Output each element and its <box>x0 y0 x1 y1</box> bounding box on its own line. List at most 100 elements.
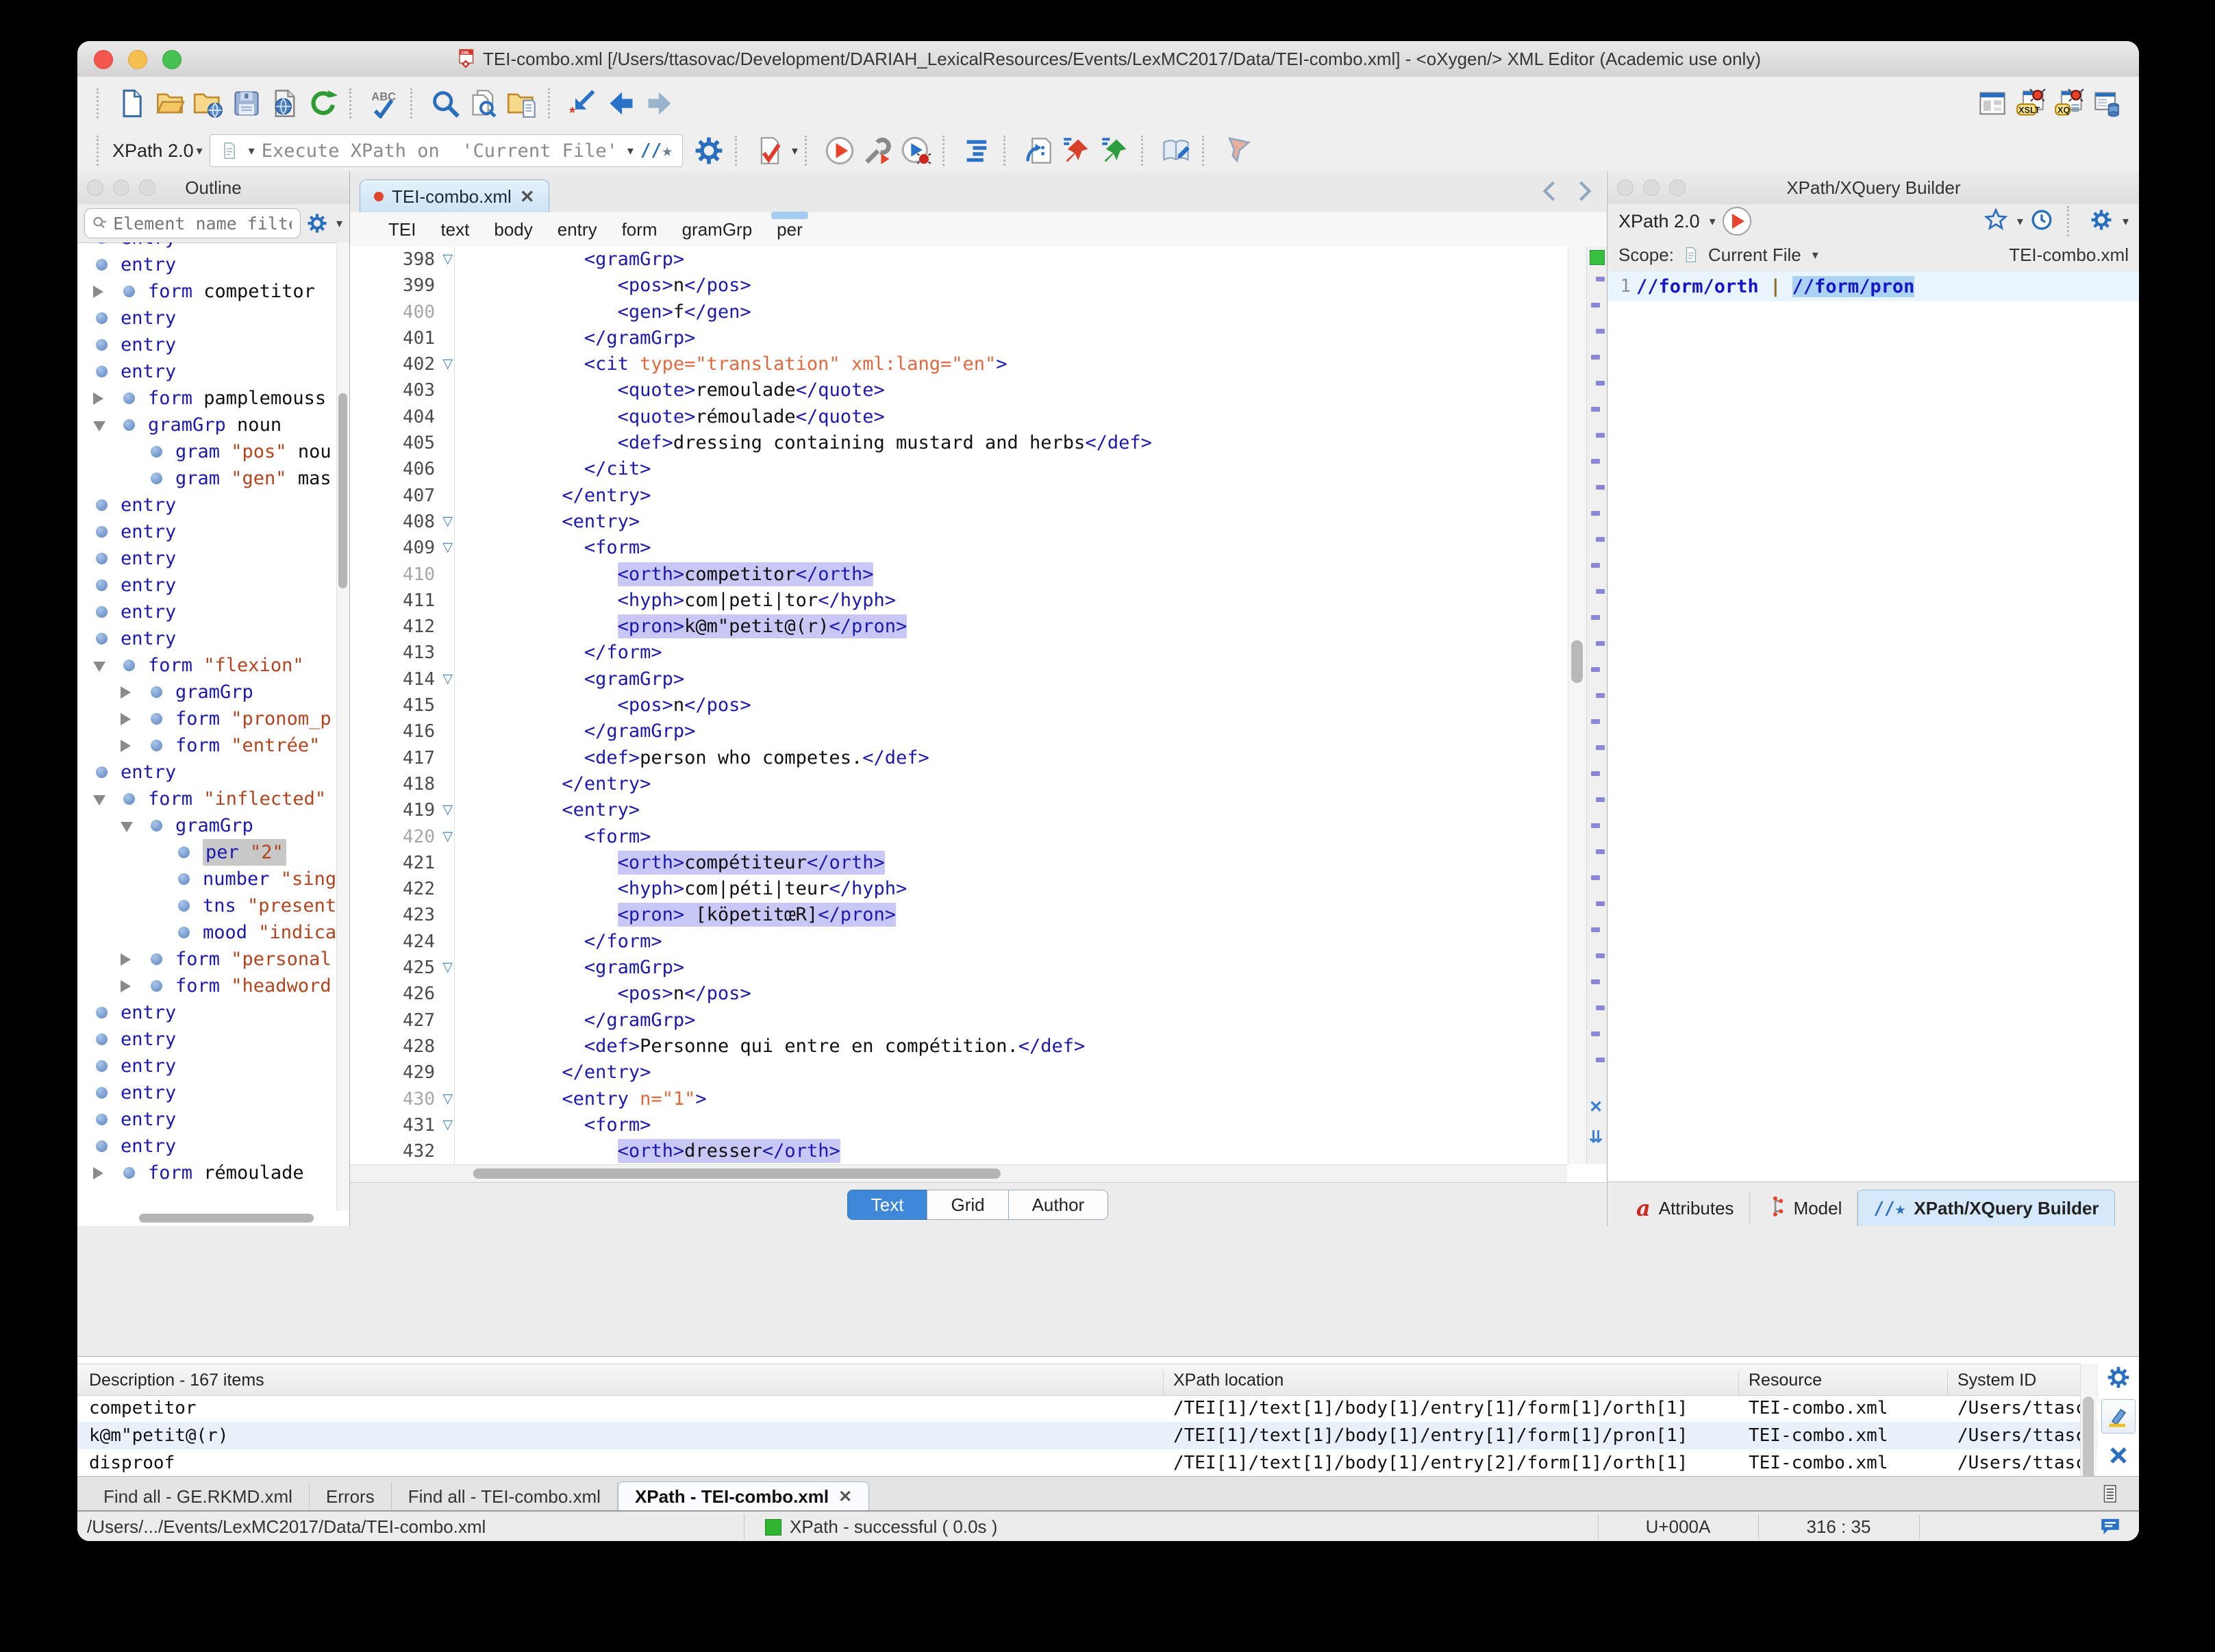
result-row[interactable]: competitor/TEI[1]/text[1]/body[1]/entry[… <box>77 1394 2098 1422</box>
toolbar-grip[interactable] <box>410 88 419 118</box>
favorites-star-icon[interactable] <box>1984 207 2008 235</box>
expression-line[interactable]: 1 //form/orth | //form/pron <box>1607 271 2139 301</box>
scrollbar-thumb[interactable] <box>473 1168 1001 1179</box>
code-line-401[interactable]: 401 </gramGrp> <box>350 325 1568 352</box>
code-line-408[interactable]: 408 ▽ <entry> <box>350 508 1568 536</box>
code-line-413[interactable]: 413 </form> <box>350 640 1568 666</box>
toolbar-grip[interactable] <box>1140 136 1150 166</box>
code-line-427[interactable]: 427 </gramGrp> <box>350 1007 1568 1034</box>
code-area[interactable]: 398 ▽ <gramGrp> 399 <pos>n</pos> 400 <gen>f… <box>350 247 1568 1164</box>
comment-bubble-icon[interactable] <box>2099 1516 2121 1541</box>
chevron-down-icon[interactable]: ▾ <box>627 144 634 158</box>
clear-markers-icon[interactable]: ✕ <box>1589 1097 1603 1117</box>
forward-button[interactable] <box>640 84 679 123</box>
builder-tab-xpath-xquery-builder[interactable]: //★ XPath/XQuery Builder <box>1857 1190 2115 1226</box>
database-perspective-button[interactable] <box>2088 84 2127 123</box>
open-url-button[interactable] <box>189 84 227 123</box>
view-list-icon[interactable] <box>2099 1484 2120 1507</box>
bottom-tab-errors[interactable]: Errors <box>310 1482 392 1511</box>
xpath-expression-editor[interactable]: 1 //form/orth | //form/pron <box>1607 271 2139 1182</box>
bottom-tab-find-all-tei-combo-xml[interactable]: Find all - TEI-combo.xml <box>392 1482 618 1511</box>
pin-green-icon[interactable] <box>1096 132 1134 170</box>
fold-toggle-icon[interactable]: ▽ <box>442 535 453 561</box>
result-marker[interactable] <box>1591 771 1600 776</box>
toolbar-grip[interactable] <box>349 88 358 118</box>
toolbar-grip[interactable] <box>548 88 557 118</box>
outline-item[interactable]: per "2" <box>77 839 337 866</box>
mode-tab-author[interactable]: Author <box>1008 1190 1109 1220</box>
expand-arrow-icon[interactable] <box>93 392 103 405</box>
filter-icon[interactable] <box>1218 132 1256 170</box>
settings-gear-icon[interactable] <box>690 132 728 170</box>
scrollbar-thumb[interactable] <box>338 393 347 588</box>
code-line-422[interactable]: 422 <hyph>com|péti|teur</hyph> <box>350 876 1568 903</box>
result-marker[interactable] <box>1591 927 1600 932</box>
breadcrumb-item-per[interactable]: per <box>771 211 808 240</box>
breadcrumb-item-form[interactable]: form <box>622 219 658 240</box>
refactoring-button[interactable] <box>1019 132 1058 170</box>
toolbar-grip[interactable] <box>97 136 105 166</box>
outline-item[interactable]: entry <box>77 1079 337 1106</box>
outline-item[interactable]: form rémoulade <box>77 1160 337 1186</box>
result-marker[interactable] <box>1596 1057 1605 1062</box>
new-document-button[interactable] <box>112 84 151 123</box>
builder-tab-attributes[interactable]: a Attributes <box>1621 1190 1750 1226</box>
result-marker[interactable] <box>1596 589 1605 594</box>
reload-button[interactable] <box>304 84 342 123</box>
fold-toggle-icon[interactable]: ▽ <box>442 509 453 535</box>
outline-item[interactable]: entry <box>77 625 337 652</box>
result-marker[interactable] <box>1596 745 1605 750</box>
chevron-down-icon[interactable]: ▾ <box>1710 214 1716 229</box>
breadcrumb-item-entry[interactable]: entry <box>558 219 597 240</box>
code-line-421[interactable]: 421 <orth>compétiteur</orth> <box>350 849 1568 877</box>
outline-item[interactable]: entry <box>77 1053 337 1079</box>
outline-settings-gear-icon[interactable] <box>306 212 328 234</box>
fold-toggle-icon[interactable]: ▽ <box>442 351 453 377</box>
result-marker[interactable] <box>1596 485 1605 490</box>
outline-item[interactable]: gramGrp noun <box>77 412 337 438</box>
scope-value[interactable]: Current File <box>1708 245 1801 266</box>
result-marker[interactable] <box>1596 277 1605 281</box>
toolbar-grip[interactable] <box>97 88 105 118</box>
code-line-411[interactable]: 411 <hyph>com|peti|tor</hyph> <box>350 587 1568 614</box>
fold-toggle-icon[interactable]: ▽ <box>442 247 453 273</box>
result-marker[interactable] <box>1591 979 1600 984</box>
result-marker[interactable] <box>1591 823 1600 828</box>
spell-check-button[interactable]: ABC <box>365 84 403 123</box>
debug-xslt-button[interactable]: XSLT <box>2012 84 2050 123</box>
expand-arrow-icon[interactable] <box>121 686 131 699</box>
code-line-399[interactable]: 399 <pos>n</pos> <box>350 273 1568 299</box>
outline-item[interactable]: entry <box>77 242 337 251</box>
chevron-down-icon[interactable]: ▾ <box>249 144 255 158</box>
debug-xquery-button[interactable]: XQ <box>2050 84 2088 123</box>
builder-engine-label[interactable]: XPath 2.0 <box>1618 211 1700 232</box>
expand-arrow-icon[interactable] <box>121 953 131 966</box>
outline-item[interactable]: gram "gen" mas <box>77 465 337 492</box>
collapse-arrow-icon[interactable] <box>93 795 105 805</box>
toolbar-grip[interactable] <box>1003 136 1012 166</box>
xpath-switch-icon[interactable]: //★ <box>640 140 673 161</box>
outline-item[interactable]: entry <box>77 599 337 625</box>
go-to-last-edit-button[interactable]: * <box>564 84 602 123</box>
result-marker[interactable] <box>1596 901 1605 906</box>
outline-item[interactable]: form "personal <box>77 946 337 973</box>
results-header-description[interactable]: Description - 167 items <box>89 1371 264 1390</box>
code-line-416[interactable]: 416 </gramGrp> <box>350 718 1568 745</box>
outline-item[interactable]: form "headword <box>77 973 337 999</box>
chevron-down-icon[interactable]: ▾ <box>2123 214 2129 229</box>
outline-vertical-scrollbar[interactable] <box>336 242 349 1211</box>
result-marker[interactable] <box>1596 953 1605 958</box>
result-marker[interactable] <box>1591 303 1600 308</box>
save-to-url-button[interactable] <box>266 84 304 123</box>
code-line-415[interactable]: 415 <pos>n</pos> <box>350 692 1568 719</box>
builder-tab-model[interactable]: Model <box>1750 1190 1858 1226</box>
breadcrumb-item-gramGrp[interactable]: gramGrp <box>682 219 753 240</box>
expand-arrow-icon[interactable] <box>121 713 131 725</box>
open-file-button[interactable] <box>151 84 189 123</box>
builder-settings-gear-icon[interactable] <box>2090 208 2113 235</box>
validate-button[interactable] <box>751 132 789 170</box>
result-marker[interactable] <box>1591 563 1600 568</box>
code-line-407[interactable]: 407 </entry> <box>350 482 1568 509</box>
result-marker[interactable] <box>1591 875 1600 880</box>
expand-arrow-icon[interactable] <box>121 980 131 992</box>
